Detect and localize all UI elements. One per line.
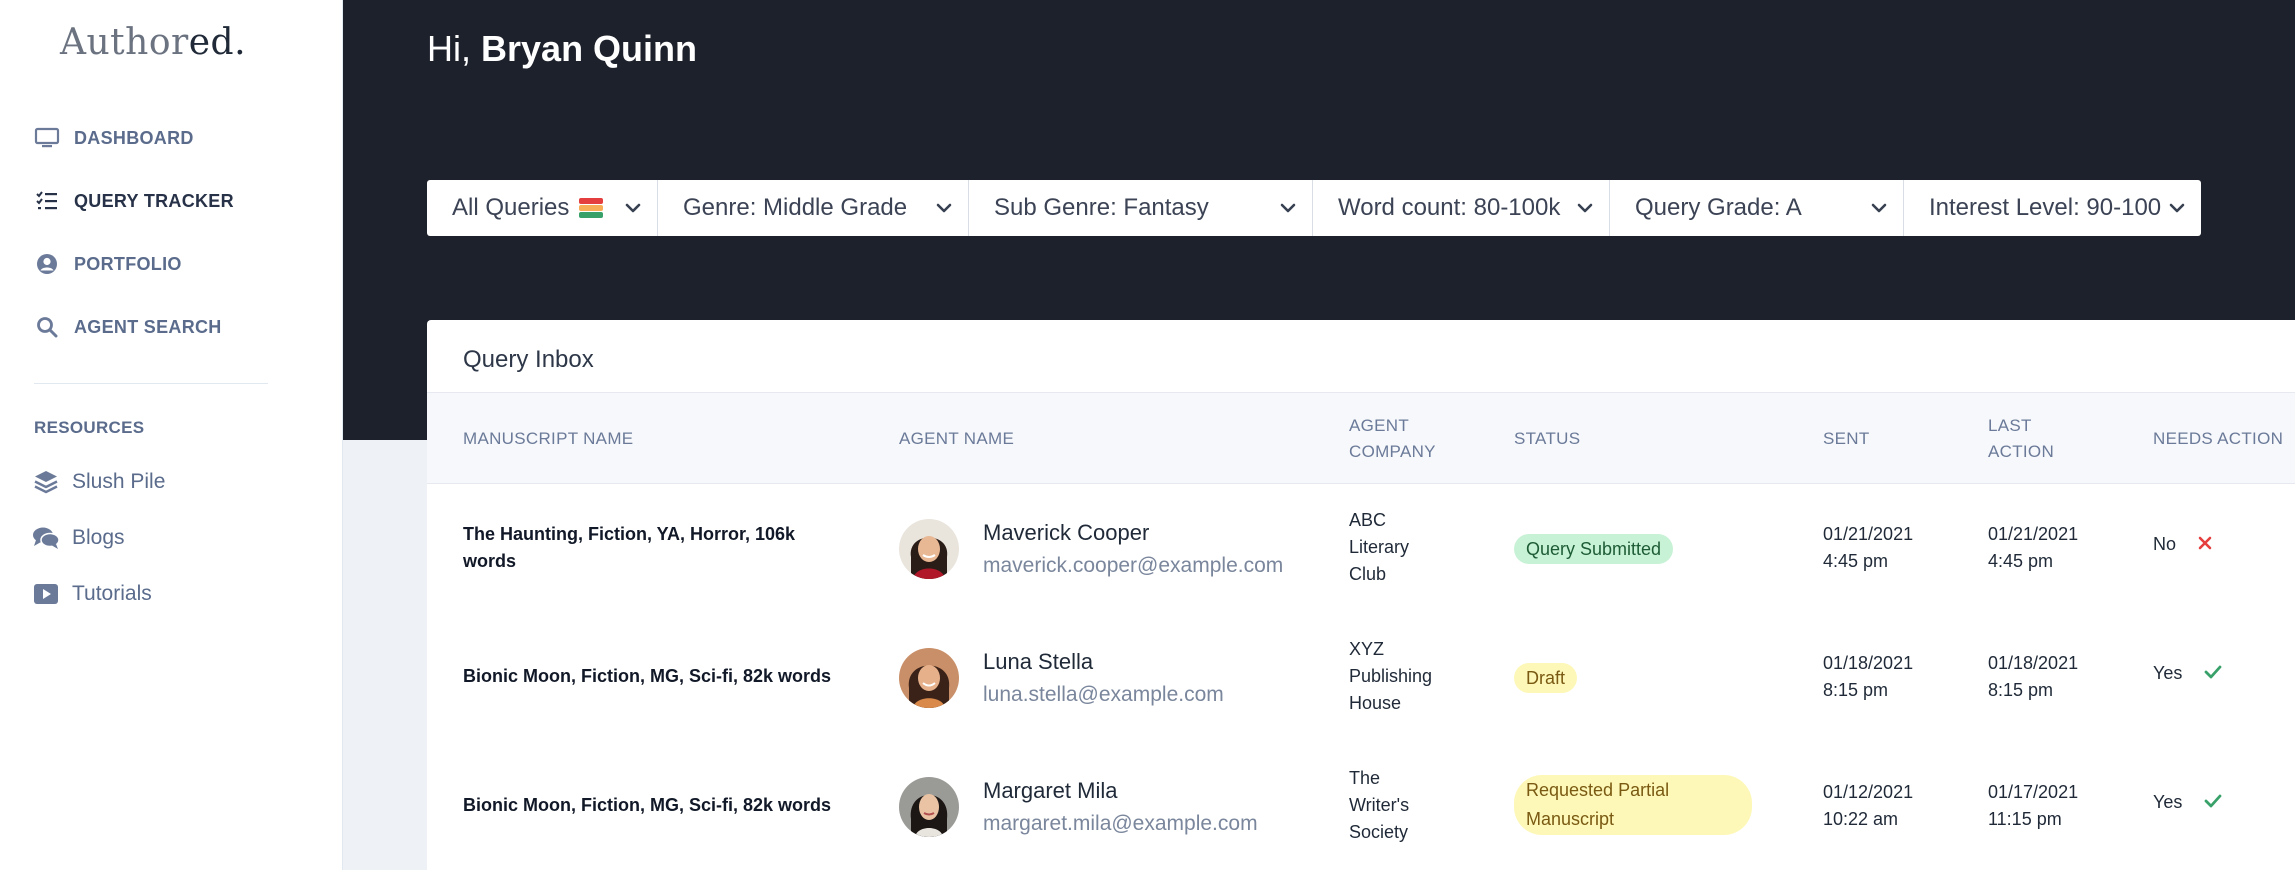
agent-info: Maverick Cooper maverick.cooper@example.… <box>983 520 1283 578</box>
table-row[interactable]: Bionic Moon, Fiction, MG, Sci-fi, 82k wo… <box>427 742 2295 870</box>
sidebar-divider <box>34 383 268 384</box>
manuscript-name[interactable]: The Haunting, Fiction, YA, Horror, 106k w… <box>463 521 795 575</box>
column-header-last-action[interactable]: LAST ACTION <box>1988 413 2054 465</box>
sidebar: Authored. DASHBOARD QUERY TRACKER PORTFO… <box>0 0 343 870</box>
needs-action: No <box>2153 534 2212 555</box>
sidebar-item-portfolio[interactable]: PORTFOLIO <box>34 246 182 282</box>
sidebar-item-agent-search[interactable]: AGENT SEARCH <box>34 309 222 345</box>
status-badge: Draft <box>1514 663 1578 693</box>
chevron-down-icon <box>1869 198 1889 218</box>
sidebar-item-label: Blogs <box>72 526 125 549</box>
agent-name[interactable]: Maverick Cooper <box>983 520 1283 546</box>
status-badge: Query Submitted <box>1514 534 1674 564</box>
comments-icon <box>32 524 60 552</box>
greeting: Hi, Bryan Quinn <box>427 28 698 69</box>
last-action-date: 01/21/2021 4:45 pm <box>1988 524 2079 571</box>
last-action-date: 01/17/2021 11:15 pm <box>1988 782 2079 829</box>
sidebar-item-label: Slush Pile <box>72 470 166 493</box>
column-header-agent[interactable]: AGENT NAME <box>899 426 1014 452</box>
needs-action: Yes <box>2153 663 2222 684</box>
user-name: Bryan Quinn <box>481 28 698 69</box>
needs-action: Yes <box>2153 792 2222 813</box>
agent-info: Margaret Mila margaret.mila@example.com <box>983 778 1258 836</box>
filter-interest-level[interactable]: Interest Level: 90-100 <box>1904 180 2201 236</box>
check-icon[interactable] <box>2204 792 2222 813</box>
books-icon <box>579 198 604 218</box>
agent-email[interactable]: maverick.cooper@example.com <box>983 554 1283 578</box>
filter-sub-genre[interactable]: Sub Genre: Fantasy <box>969 180 1313 236</box>
manuscript-name[interactable]: Bionic Moon, Fiction, MG, Sci-fi, 82k wo… <box>463 663 831 690</box>
agent-company: The Writer's Society <box>1349 768 1410 842</box>
monitor-icon <box>34 125 60 151</box>
filter-word-count[interactable]: Word count: 80-100k <box>1313 180 1610 236</box>
column-header-manuscript[interactable]: MANUSCRIPT NAME <box>463 426 633 452</box>
agent-email[interactable]: luna.stella@example.com <box>983 683 1224 707</box>
agent-company: ABC Literary Club <box>1349 510 1410 584</box>
agent-info: Luna Stella luna.stella@example.com <box>983 649 1224 707</box>
chevron-down-icon <box>623 198 643 218</box>
table-row[interactable]: Bionic Moon, Fiction, MG, Sci-fi, 82k wo… <box>427 613 2295 742</box>
chevron-down-icon <box>1575 198 1595 218</box>
sidebar-item-label: DASHBOARD <box>74 127 194 148</box>
app-logo[interactable]: Authored. <box>60 22 246 63</box>
sent-date: 01/18/2021 8:15 pm <box>1823 653 1914 700</box>
resources-heading: RESOURCES <box>34 418 145 437</box>
table-header: MANUSCRIPT NAME AGENT NAME AGENT COMPANY … <box>427 392 2295 484</box>
table-row[interactable]: The Haunting, Fiction, YA, Horror, 106k w… <box>427 484 2295 613</box>
chevron-down-icon <box>1278 198 1298 218</box>
sidebar-item-query-tracker[interactable]: QUERY TRACKER <box>34 183 234 219</box>
column-header-status[interactable]: STATUS <box>1514 426 1580 452</box>
sent-date: 01/12/2021 10:22 am <box>1823 782 1914 829</box>
sidebar-item-tutorials[interactable]: Tutorials <box>32 576 152 612</box>
chevron-down-icon <box>2167 198 2187 218</box>
query-inbox-card: Query Inbox MANUSCRIPT NAME AGENT NAME A… <box>427 320 2295 870</box>
column-header-sent[interactable]: SENT <box>1823 426 1870 452</box>
last-action-date: 01/18/2021 8:15 pm <box>1988 653 2079 700</box>
status-badge: Requested Partial Manuscript <box>1514 775 1752 835</box>
sidebar-item-slush-pile[interactable]: Slush Pile <box>32 464 165 500</box>
card-title: Query Inbox <box>463 346 594 373</box>
user-circle-icon <box>34 251 60 277</box>
layers-icon <box>32 468 60 496</box>
filter-all-queries[interactable]: All Queries <box>427 180 658 236</box>
agent-name[interactable]: Luna Stella <box>983 649 1224 675</box>
chevron-down-icon <box>934 198 954 218</box>
list-check-icon <box>34 188 60 214</box>
column-header-company[interactable]: AGENT COMPANY <box>1349 413 1436 465</box>
column-header-needs-action[interactable]: NEEDS ACTION <box>2153 426 2283 452</box>
sidebar-item-blogs[interactable]: Blogs <box>32 520 125 556</box>
agent-name[interactable]: Margaret Mila <box>983 778 1258 804</box>
check-icon[interactable] <box>2204 663 2222 684</box>
status-badge-cell: Requested Partial Manuscript <box>1514 775 1752 835</box>
youtube-icon <box>32 580 60 608</box>
avatar <box>899 648 959 708</box>
filter-genre[interactable]: Genre: Middle Grade <box>658 180 969 236</box>
sidebar-item-label: PORTFOLIO <box>74 253 182 274</box>
sidebar-item-label: Tutorials <box>72 582 152 605</box>
search-icon <box>34 314 60 340</box>
status-badge-cell: Query Submitted <box>1514 534 1674 564</box>
sidebar-item-label: AGENT SEARCH <box>74 316 222 337</box>
manuscript-name[interactable]: Bionic Moon, Fiction, MG, Sci-fi, 82k wo… <box>463 792 831 819</box>
close-icon[interactable] <box>2198 534 2212 555</box>
avatar <box>899 519 959 579</box>
filter-bar: All Queries Genre: Middle Grade Sub Genr… <box>427 180 2201 236</box>
agent-email[interactable]: margaret.mila@example.com <box>983 812 1258 836</box>
sent-date: 01/21/2021 4:45 pm <box>1823 524 1914 571</box>
sidebar-item-label: QUERY TRACKER <box>74 190 234 211</box>
status-badge-cell: Draft <box>1514 663 1578 693</box>
agent-company: XYZ Publishing House <box>1349 639 1433 713</box>
sidebar-item-dashboard[interactable]: DASHBOARD <box>34 120 194 156</box>
filter-query-grade[interactable]: Query Grade: A <box>1610 180 1904 236</box>
avatar <box>899 777 959 837</box>
